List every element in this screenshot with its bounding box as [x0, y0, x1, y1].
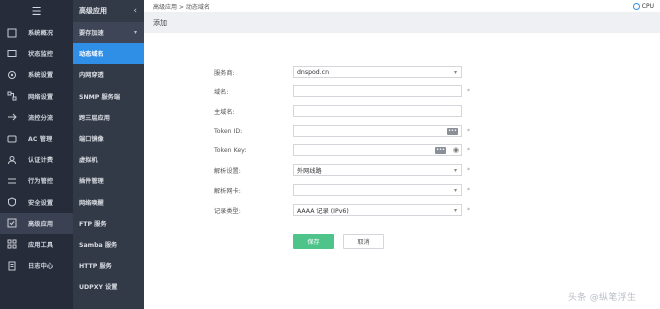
chevron-down-icon: ▾ [133, 29, 137, 37]
sidebar-item-log[interactable]: 日志中心 [0, 255, 73, 276]
iface-select[interactable]: ▾ [293, 184, 462, 196]
chevron-down-icon: ▾ [453, 167, 457, 174]
subnav-item-port-mirror[interactable]: 端口镜像 [73, 128, 144, 149]
chevron-down-icon: ▾ [453, 207, 457, 214]
resolve-select[interactable]: 外网线路 ▾ [293, 164, 462, 176]
tools-icon [6, 238, 18, 250]
shield-icon [6, 196, 18, 208]
subnav-item-wol[interactable]: 网络唤醒 [73, 192, 144, 213]
primary-sidebar: ☰ 系统概况 状态监控 系统设置 网络设置 流控分流 AC 管理 认证计费 行为… [0, 0, 73, 309]
record-type-select[interactable]: AAAA 记录 (IPv6) ▾ [293, 204, 462, 216]
sidebar-item-advanced[interactable]: 高级应用 [0, 212, 73, 234]
row-provider: 服务商: dnspod.cn ▾ [214, 66, 474, 78]
provider-label: 服务商: [214, 69, 235, 77]
row-host: 主域名: [214, 105, 474, 117]
chevron-left-icon[interactable]: ‹ [133, 6, 137, 16]
domain-label: 域名: [214, 88, 229, 96]
save-button[interactable]: 保存 [293, 234, 334, 249]
sidebar-item-auth[interactable]: 认证计费 [0, 149, 73, 170]
page-title: 添加 [144, 12, 660, 33]
subnav-item-snmp[interactable]: SNMP 服务端 [73, 86, 144, 107]
watermark: 头条 @纵笔浮生 [568, 293, 637, 303]
row-record: 记录类型: AAAA 记录 (IPv6) ▾ * [214, 204, 474, 216]
subnav-item-plugins[interactable]: 插件管理 [73, 170, 144, 191]
required-mark: * [467, 127, 470, 135]
more-icon[interactable]: ••• [447, 128, 458, 135]
cpu-indicator[interactable]: CPU [632, 2, 654, 10]
provider-select[interactable]: dnspod.cn ▾ [293, 66, 462, 78]
subnav-group-label: 要存加速 [79, 30, 104, 38]
subnav-item-nat-traversal[interactable]: 内网穿透 [73, 64, 144, 85]
token-key-input[interactable]: ••• ◉ [293, 144, 462, 156]
sidebar-item-behavior[interactable]: 行为管控 [0, 170, 73, 191]
monitor-icon [6, 48, 18, 60]
resolve-label: 解析设置: [214, 167, 241, 175]
subnav-item-http[interactable]: HTTP 服务 [73, 255, 144, 276]
row-token-key: Token Key: ••• ◉ * [214, 144, 474, 156]
sidebar-item-flow[interactable]: 流控分流 [0, 107, 73, 128]
network-icon [6, 90, 18, 102]
subnav-item-layer3[interactable]: 跨三层应用 [73, 107, 144, 128]
eye-icon[interactable]: ◉ [453, 146, 459, 154]
token-key-label: Token Key: [214, 146, 247, 154]
subnav-item-ftp[interactable]: FTP 服务 [73, 213, 144, 234]
chevron-down-icon: ▾ [453, 69, 457, 76]
host-input[interactable] [293, 105, 462, 117]
breadcrumb: 高级应用 > 动态域名 [153, 3, 210, 11]
log-icon [6, 260, 18, 272]
row-resolve: 解析设置: 外网线路 ▾ * [214, 164, 474, 176]
cancel-button[interactable]: 取消 [343, 234, 384, 249]
sidebar-item-tools[interactable]: 应用工具 [0, 234, 73, 255]
dashboard-icon [6, 27, 18, 39]
sidebar-item-security[interactable]: 安全设置 [0, 192, 73, 213]
required-mark: * [467, 166, 470, 174]
ac-icon [6, 133, 18, 145]
required-mark: * [467, 87, 470, 95]
flow-icon [6, 111, 18, 123]
iface-label: 解析网卡: [214, 187, 241, 195]
sidebar-item-monitor[interactable]: 状态监控 [0, 43, 73, 64]
sidebar-item-settings[interactable]: 系统设置 [0, 64, 73, 85]
secondary-sidebar: 高级应用 ‹ 要存加速 ▾ 动态域名 内网穿透 SNMP 服务端 跨三层应用 端… [73, 0, 144, 309]
behavior-icon [6, 175, 18, 187]
token-id-label: Token ID: [214, 127, 243, 135]
domain-input[interactable] [293, 85, 462, 97]
sidebar-item-ac[interactable]: AC 管理 [0, 128, 73, 149]
sidebar-item-network[interactable]: 网络设置 [0, 86, 73, 107]
subnav-header: 高级应用 ‹ [73, 0, 144, 22]
required-mark: * [467, 206, 470, 214]
chevron-down-icon: ▾ [453, 187, 457, 194]
required-mark: * [467, 146, 470, 154]
subnav-item-udpxy[interactable]: UDPXY 设置 [73, 276, 144, 297]
record-label: 记录类型: [214, 207, 241, 215]
row-domain: 域名: * [214, 85, 474, 97]
menu-toggle-icon[interactable]: ☰ [0, 0, 73, 22]
subnav-item-ddns[interactable]: 动态域名 [73, 43, 144, 65]
host-label: 主域名: [214, 108, 235, 116]
row-iface: 解析网卡: ▾ * [214, 184, 474, 196]
top-bar: 高级应用 > 动态域名 CPU [144, 0, 660, 12]
subnav-title: 高级应用 [79, 7, 107, 15]
token-id-input[interactable]: ••• [293, 125, 462, 137]
auth-icon [6, 154, 18, 166]
subnav-item-vm[interactable]: 虚拟机 [73, 149, 144, 170]
advanced-icon [6, 217, 18, 229]
cpu-label: CPU [641, 2, 654, 10]
more-icon[interactable]: ••• [435, 147, 446, 154]
subnav-group[interactable]: 要存加速 ▾ [73, 22, 144, 44]
cpu-icon [632, 2, 640, 10]
required-mark: * [467, 186, 470, 194]
subnav-item-samba[interactable]: Samba 服务 [73, 234, 144, 255]
row-token-id: Token ID: ••• * [214, 125, 474, 137]
sidebar-item-overview[interactable]: 系统概况 [0, 22, 73, 43]
gear-icon [6, 69, 18, 81]
